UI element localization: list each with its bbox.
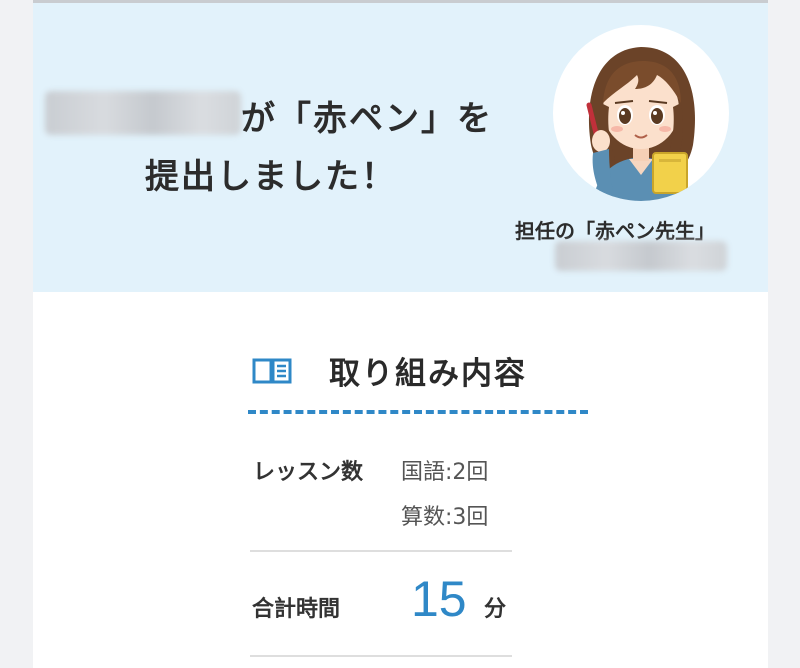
submission-message-line1: が「赤ペン」を (241, 99, 493, 139)
submission-message-line2: 提出しました！ (145, 157, 397, 197)
lesson-count-math: 算数:3回 (401, 505, 489, 530)
section-title: 取り組み内容 (329, 355, 527, 392)
teacher-illustration (586, 47, 695, 201)
total-time-unit: 分 (484, 597, 507, 622)
teacher-label: 担任の「赤ペン先生」 (515, 219, 715, 243)
lesson-count-japanese: 国語:2回 (401, 460, 489, 485)
row-divider (250, 655, 512, 657)
total-time-value: 15 (411, 571, 467, 627)
redacted-teacher-name (555, 241, 727, 271)
lessons-label: レッスン数 (253, 460, 364, 485)
redacted-student-name (45, 91, 241, 135)
teacher-avatar (553, 25, 729, 201)
report-card: が「赤ペン」を 提出しました！ 担任の「赤ペン先生」 取り組み内容 レッスン数 … (33, 0, 768, 668)
section-divider (248, 410, 588, 414)
book-icon (252, 358, 292, 384)
row-divider (250, 550, 512, 552)
total-time-label: 合計時間 (252, 597, 341, 622)
submission-banner: が「赤ペン」を 提出しました！ 担任の「赤ペン先生」 (33, 0, 768, 292)
section-header: 取り組み内容 (251, 346, 527, 394)
